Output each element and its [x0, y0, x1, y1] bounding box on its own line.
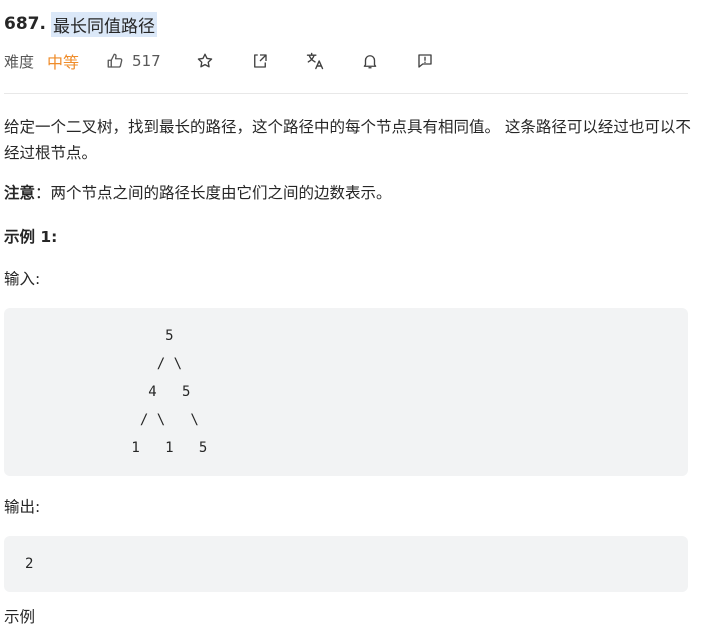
translate-button[interactable]	[305, 51, 325, 71]
example-title: 示例 1:	[4, 228, 58, 246]
header-divider	[4, 93, 688, 94]
problem-title: 687. 最长同值路径	[4, 10, 157, 38]
problem-meta: 难度 中等 517	[4, 47, 470, 75]
description-paragraph: 给定一个二叉树，找到最长的路径，这个路径中的每个节点具有相同值。 这条路径可以经…	[4, 118, 691, 162]
next-example-label: 示例	[4, 608, 36, 626]
like-button[interactable]: 517	[106, 52, 161, 70]
star-icon	[197, 53, 212, 68]
share-button[interactable]	[250, 51, 270, 71]
share-icon	[253, 54, 267, 68]
note-paragraph: 注意：两个节点之间的路径长度由它们之间的边数表示。	[4, 180, 392, 206]
difficulty-badge: 中等	[47, 53, 80, 72]
output-value: 2	[25, 556, 34, 572]
difficulty-label: 难度	[4, 52, 35, 71]
problem-title-text: 最长同值路径	[50, 11, 157, 37]
like-count: 517	[132, 52, 161, 70]
output-label: 输出:	[4, 498, 41, 516]
note-label: 注意	[4, 184, 36, 202]
notify-button[interactable]	[360, 51, 380, 71]
note-text: ：两个节点之间的路径长度由它们之间的边数表示。	[35, 184, 392, 202]
thumbs-up-icon	[107, 53, 123, 68]
input-label: 输入:	[4, 270, 41, 288]
favorite-button[interactable]	[195, 51, 215, 71]
output-code-block: 2	[4, 536, 688, 592]
input-tree: 5 / \ 4 5 / \ \ 1 1 5	[131, 328, 208, 456]
problem-number: 687.	[4, 14, 46, 34]
bell-icon	[363, 55, 376, 69]
feedback-icon	[417, 54, 432, 68]
feedback-button[interactable]	[415, 51, 435, 71]
input-code-block: 5 / \ 4 5 / \ \ 1 1 5	[4, 308, 688, 476]
translate-icon	[306, 52, 323, 70]
